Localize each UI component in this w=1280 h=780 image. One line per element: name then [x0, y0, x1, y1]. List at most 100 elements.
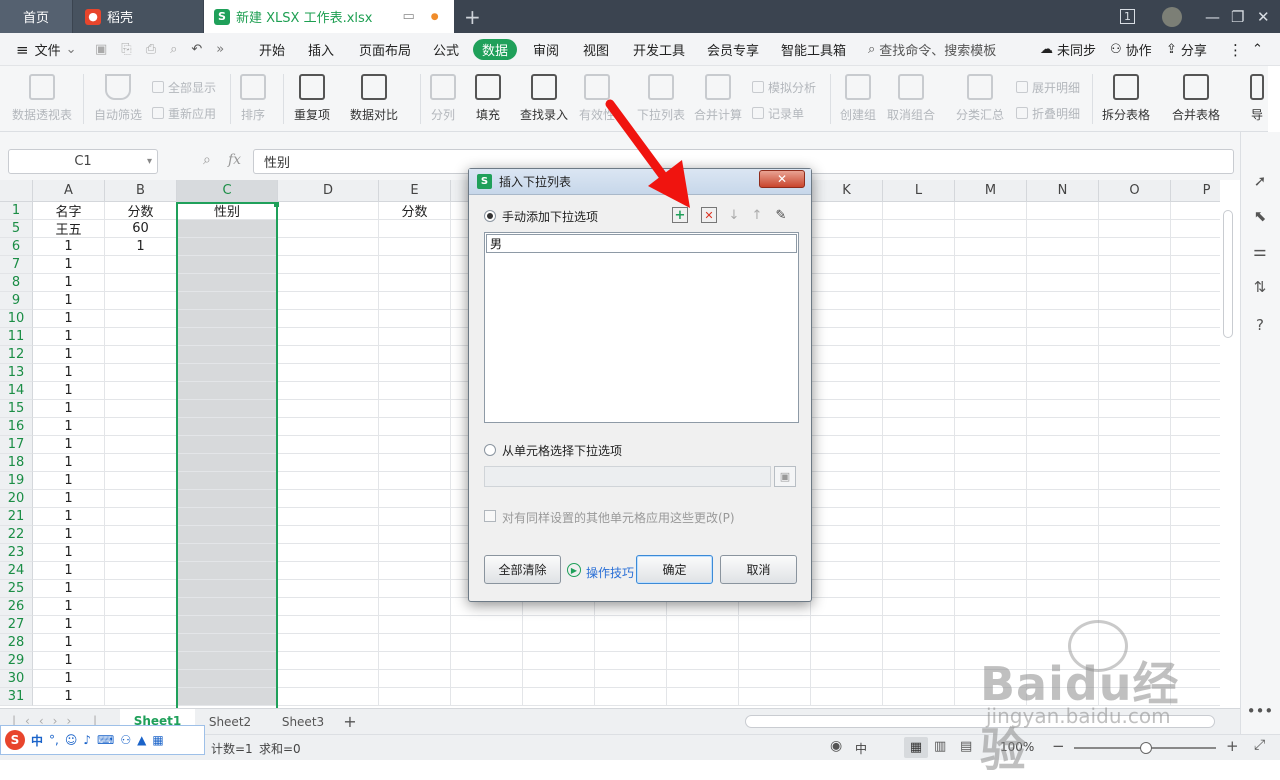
grid-cell[interactable] [1171, 328, 1220, 346]
normal-view-button[interactable]: ▦ [904, 737, 928, 758]
share-button[interactable]: ⇪ 分享 [1166, 33, 1207, 66]
grid-cell[interactable]: 1 [33, 652, 105, 670]
grid-cell[interactable] [811, 238, 883, 256]
grid-cell[interactable] [1099, 202, 1171, 220]
more-options-icon[interactable]: ⋮ [1228, 33, 1243, 66]
data-compare-button[interactable]: 数据对比 [350, 74, 398, 128]
menu-smart-tools[interactable]: 智能工具箱 [781, 33, 846, 66]
grid-cell[interactable] [1171, 490, 1220, 508]
collab-button[interactable]: ⚇ 协作 [1110, 33, 1152, 66]
voice-icon[interactable]: ♪ [83, 733, 91, 747]
grid-cell[interactable] [595, 616, 667, 634]
grid-cell[interactable]: 分数 [105, 202, 177, 220]
grid-cell[interactable] [1027, 364, 1099, 382]
grid-cell[interactable] [1099, 364, 1171, 382]
row-header[interactable]: 25 [0, 580, 33, 598]
grid-cell[interactable] [105, 580, 177, 598]
grid-cell[interactable] [595, 688, 667, 706]
grid-cell[interactable] [278, 418, 379, 436]
grid-cell[interactable] [105, 274, 177, 292]
grid-cell[interactable] [1171, 418, 1220, 436]
row-header[interactable]: 18 [0, 454, 33, 472]
grid-cell[interactable] [177, 274, 278, 292]
grid-cell[interactable] [451, 634, 523, 652]
grid-cell[interactable] [955, 562, 1027, 580]
grid-cell[interactable] [1099, 526, 1171, 544]
row-header[interactable]: 16 [0, 418, 33, 436]
grid-cell[interactable] [811, 580, 883, 598]
grid-cell[interactable] [379, 256, 451, 274]
row-header[interactable]: 19 [0, 472, 33, 490]
row-header[interactable]: 9 [0, 292, 33, 310]
grid-cell[interactable]: 1 [105, 238, 177, 256]
grid-cell[interactable] [811, 616, 883, 634]
save-icon[interactable]: ▣ [95, 42, 107, 57]
grid-cell[interactable] [883, 544, 955, 562]
create-group-button[interactable]: 创建组 [840, 74, 876, 128]
grid-cell[interactable] [1099, 598, 1171, 616]
new-tab-button[interactable]: + [464, 0, 481, 33]
grid-cell[interactable] [105, 382, 177, 400]
grid-cell[interactable] [278, 310, 379, 328]
status-ime-label[interactable]: 中 [855, 740, 867, 757]
grid-cell[interactable] [278, 616, 379, 634]
grid-cell[interactable] [1099, 256, 1171, 274]
cancel-button[interactable]: 取消 [720, 555, 797, 584]
name-box[interactable]: C1 ▾ [8, 149, 158, 174]
grid-cell[interactable] [883, 274, 955, 292]
grid-cell[interactable] [379, 598, 451, 616]
zoom-formula-icon[interactable]: ⌕ [203, 152, 211, 168]
grid-cell[interactable] [278, 454, 379, 472]
preview-icon[interactable]: ⌕ [170, 42, 177, 57]
grid-cell[interactable] [955, 418, 1027, 436]
grid-cell[interactable] [177, 436, 278, 454]
grid-cell[interactable]: 1 [33, 274, 105, 292]
grid-cell[interactable] [811, 544, 883, 562]
grid-cell[interactable] [105, 418, 177, 436]
grid-cell[interactable] [1099, 436, 1171, 454]
grid-cell[interactable] [379, 238, 451, 256]
grid-cell[interactable] [667, 670, 739, 688]
grid-cell[interactable] [177, 292, 278, 310]
record-form-button[interactable]: 记录单 [752, 104, 804, 122]
cursor-icon[interactable]: ⬉ [1251, 207, 1269, 225]
grid-cell[interactable] [105, 562, 177, 580]
grid-cell[interactable] [1171, 562, 1220, 580]
grid-cell[interactable]: 1 [33, 292, 105, 310]
grid-cell[interactable] [278, 562, 379, 580]
grid-cell[interactable] [955, 490, 1027, 508]
grid-cell[interactable] [955, 508, 1027, 526]
grid-cell[interactable] [1099, 310, 1171, 328]
grid-cell[interactable] [177, 364, 278, 382]
grid-cell[interactable] [451, 670, 523, 688]
row-header[interactable]: 7 [0, 256, 33, 274]
grid-cell[interactable] [1099, 490, 1171, 508]
print-icon[interactable]: ⎙ [146, 42, 156, 57]
grid-cell[interactable]: 1 [33, 634, 105, 652]
grid-cell[interactable] [883, 454, 955, 472]
menu-page-layout[interactable]: 页面布局 [359, 33, 411, 66]
grid-cell[interactable] [523, 634, 595, 652]
row-header[interactable]: 26 [0, 598, 33, 616]
grid-cell[interactable] [811, 256, 883, 274]
grid-cell[interactable] [955, 292, 1027, 310]
add-sheet-button[interactable]: + [340, 709, 360, 734]
grid-cell[interactable] [177, 382, 278, 400]
tab-document[interactable]: S 新建 XLSX 工作表.xlsx ▭ ● [204, 0, 454, 33]
grid-cell[interactable] [379, 382, 451, 400]
fill-button[interactable]: 填充 [475, 74, 501, 128]
grid-cell[interactable] [451, 688, 523, 706]
grid-cell[interactable] [1099, 454, 1171, 472]
minimize-button[interactable]: — [1205, 0, 1220, 33]
grid-cell[interactable] [739, 652, 811, 670]
column-header[interactable]: K [811, 180, 883, 202]
grid-cell[interactable] [105, 616, 177, 634]
grid-cell[interactable] [278, 364, 379, 382]
duplicates-button[interactable]: 重复项 [294, 74, 330, 128]
emoji-icon[interactable]: ☺ [65, 733, 78, 747]
user-avatar[interactable] [1162, 0, 1182, 33]
list-item[interactable]: 男 [486, 234, 797, 253]
grid-cell[interactable] [105, 652, 177, 670]
grid-cell[interactable] [379, 580, 451, 598]
grid-cell[interactable] [739, 616, 811, 634]
